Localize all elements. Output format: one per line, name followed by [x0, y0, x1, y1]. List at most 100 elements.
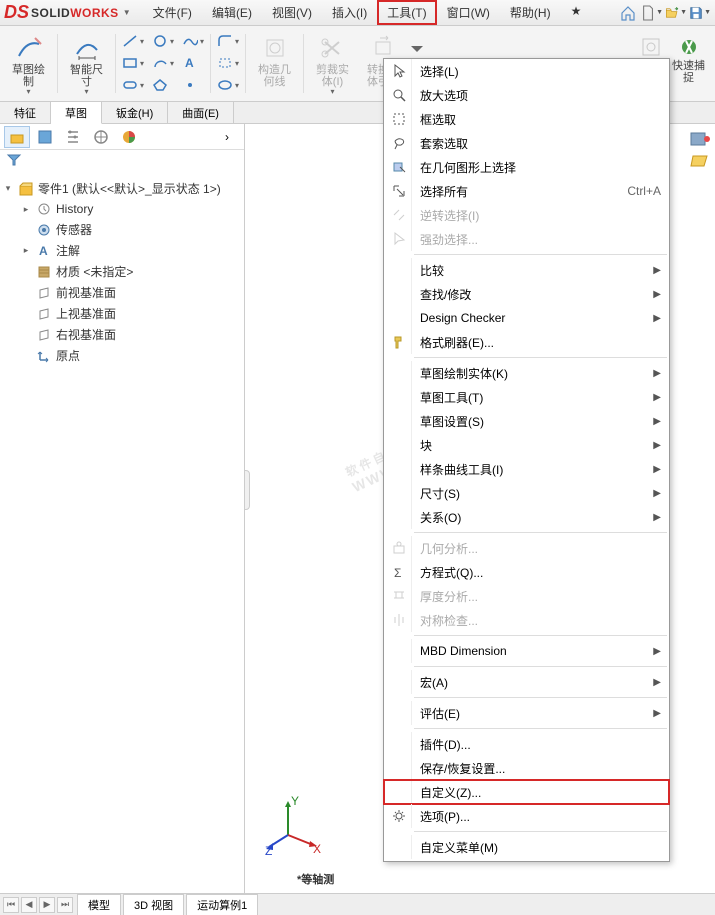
submenu-arrow-icon: ▶ — [653, 313, 661, 324]
slot-tool-icon[interactable]: ▾ — [122, 76, 144, 94]
tree-expand-icon[interactable]: ▸ — [20, 245, 32, 256]
menu-lasso-select[interactable]: 套索选取 — [384, 131, 669, 155]
tree-sensors[interactable]: 传感器 — [20, 219, 242, 240]
scroll-next-icon[interactable]: ▶ — [39, 897, 55, 913]
decal-icon[interactable] — [689, 152, 711, 170]
tab-surface[interactable]: 曲面(E) — [168, 102, 234, 123]
text-tool-icon[interactable]: A — [182, 54, 204, 72]
menu-block[interactable]: 块▶ — [384, 433, 669, 457]
chevron-down-icon[interactable]: ▼ — [123, 8, 131, 17]
chamfer-tool-icon[interactable]: ▾ — [217, 54, 239, 72]
tab-sheetmetal[interactable]: 钣金(H) — [102, 102, 168, 123]
view-square-icon[interactable] — [638, 34, 664, 60]
menu-macro[interactable]: 宏(A)▶ — [384, 670, 669, 694]
quick-snap-button[interactable]: 快速捕捉 — [670, 34, 707, 86]
tree-root[interactable]: ▾ 零件1 (默认<<默认>_显示状态 1>) — [2, 178, 242, 199]
tree-history[interactable]: ▸History — [20, 199, 242, 219]
tree-top-plane[interactable]: 上视基准面 — [20, 303, 242, 324]
bottom-tab-3dview[interactable]: 3D 视图 — [123, 894, 184, 915]
menu-design-checker[interactable]: Design Checker▶ — [384, 306, 669, 330]
save-icon[interactable]: ▼ — [689, 2, 711, 24]
sidebar-expand-icon[interactable]: › — [214, 126, 240, 148]
tree-material[interactable]: 材质 <未指定> — [20, 261, 242, 282]
appearance-icon[interactable] — [689, 130, 711, 148]
menu-insert[interactable]: 插入(I) — [322, 0, 377, 25]
bottom-tab-motion[interactable]: 运动算例1 — [186, 894, 258, 915]
menu-relation[interactable]: 关系(O)▶ — [384, 505, 669, 529]
open-icon[interactable]: ▼ — [665, 2, 687, 24]
menu-format-painter[interactable]: 格式刷器(E)... — [384, 330, 669, 354]
line-tool-icon[interactable]: ▾ — [122, 32, 144, 50]
menu-zoom-options[interactable]: 放大选项 — [384, 83, 669, 107]
tab-sketch[interactable]: 草图 — [51, 102, 102, 124]
menu-equations[interactable]: Σ方程式(Q)... — [384, 560, 669, 584]
bottom-tab-model[interactable]: 模型 — [77, 894, 121, 915]
menu-tools[interactable]: 工具(T) — [377, 0, 436, 25]
circle-tool-icon[interactable]: ▾ — [152, 32, 174, 50]
tree-expand-icon[interactable]: ▸ — [20, 204, 32, 215]
config-mgr-icon[interactable] — [60, 126, 86, 148]
menu-spline-tools[interactable]: 样条曲线工具(I)▶ — [384, 457, 669, 481]
construct-geom-button[interactable]: 构造几何线 — [256, 32, 293, 90]
chevron-down-icon[interactable]: ▾ — [84, 87, 88, 96]
menu-window[interactable]: 窗口(W) — [437, 0, 500, 25]
menu-sketch-settings[interactable]: 草图设置(S)▶ — [384, 409, 669, 433]
appearance-mgr-icon[interactable] — [116, 126, 142, 148]
menu-find-replace[interactable]: 查找/修改▶ — [384, 282, 669, 306]
tab-feature[interactable]: 特征 — [0, 102, 51, 123]
menu-select-on-geom[interactable]: 在几何图形上选择 — [384, 155, 669, 179]
menu-file[interactable]: 文件(F) — [143, 0, 202, 25]
chevron-down-icon[interactable]: ▾ — [26, 87, 30, 96]
point-tool-icon[interactable] — [182, 76, 204, 94]
tree-annotations[interactable]: ▸A注解 — [20, 240, 242, 261]
spline-tool-icon[interactable]: ▾ — [182, 32, 204, 50]
tree-right-plane[interactable]: 右视基准面 — [20, 324, 242, 345]
thickness-icon — [386, 584, 412, 608]
menu-sketch-entities[interactable]: 草图绘制实体(K)▶ — [384, 361, 669, 385]
scroll-last-icon[interactable]: ⏭ — [57, 897, 73, 913]
ellipse-tool-icon[interactable]: ▾ — [217, 76, 239, 94]
chevron-down-icon[interactable]: ▾ — [330, 87, 334, 96]
menu-compare[interactable]: 比较▶ — [384, 258, 669, 282]
tree-collapse-icon[interactable]: ▾ — [2, 183, 14, 194]
polygon-tool-icon[interactable] — [152, 76, 174, 94]
home-icon[interactable] — [617, 2, 639, 24]
trim-button[interactable]: 剪裁实体(I) — [314, 32, 351, 90]
svg-text:A: A — [39, 244, 48, 258]
arc-tool-icon[interactable]: ▾ — [152, 54, 174, 72]
smart-dim-button[interactable]: 智能尺寸 — [68, 32, 105, 90]
menu-customize[interactable]: 自定义(Z)... — [384, 780, 669, 804]
menu-save-restore[interactable]: 保存/恢复设置... — [384, 756, 669, 780]
menu-box-select[interactable]: 框选取 — [384, 107, 669, 131]
dim-mgr-icon[interactable] — [88, 126, 114, 148]
scroll-first-icon[interactable]: ⏮ — [3, 897, 19, 913]
splitter-handle[interactable] — [244, 470, 250, 510]
menu-thickness: 厚度分析... — [384, 584, 669, 608]
tree-filter[interactable] — [0, 150, 244, 174]
sketch-draw-button[interactable]: 草图绘制 — [10, 32, 47, 90]
ribbon-trim-group: 剪裁实体(I) ▾ — [308, 30, 357, 97]
geom-analysis-icon — [386, 536, 412, 560]
ribbon-fillet-group: ▾ ▾ ▾ — [215, 30, 241, 97]
menu-mbd[interactable]: MBD Dimension▶ — [384, 639, 669, 663]
tree-front-plane[interactable]: 前视基准面 — [20, 282, 242, 303]
rect-tool-icon[interactable]: ▾ — [122, 54, 144, 72]
menu-sketch-tools[interactable]: 草图工具(T)▶ — [384, 385, 669, 409]
scroll-prev-icon[interactable]: ◀ — [21, 897, 37, 913]
feature-tree-icon[interactable] — [4, 126, 30, 148]
new-doc-icon[interactable]: ▼ — [641, 2, 663, 24]
fillet-tool-icon[interactable]: ▾ — [217, 32, 239, 50]
menu-help[interactable]: 帮助(H) — [500, 0, 561, 25]
menu-view[interactable]: 视图(V) — [262, 0, 322, 25]
menu-select[interactable]: 选择(L) — [384, 59, 669, 83]
property-mgr-icon[interactable] — [32, 126, 58, 148]
menu-select-all[interactable]: 选择所有Ctrl+A — [384, 179, 669, 203]
tree-origin[interactable]: 原点 — [20, 345, 242, 366]
menu-star-icon[interactable]: ★ — [561, 0, 592, 25]
menu-options[interactable]: 选项(P)... — [384, 804, 669, 828]
menu-edit[interactable]: 编辑(E) — [202, 0, 262, 25]
menu-dimension[interactable]: 尺寸(S)▶ — [384, 481, 669, 505]
menu-addins[interactable]: 插件(D)... — [384, 732, 669, 756]
menu-evaluate[interactable]: 评估(E)▶ — [384, 701, 669, 725]
menu-custom-menu[interactable]: 自定义菜单(M) — [384, 835, 669, 859]
